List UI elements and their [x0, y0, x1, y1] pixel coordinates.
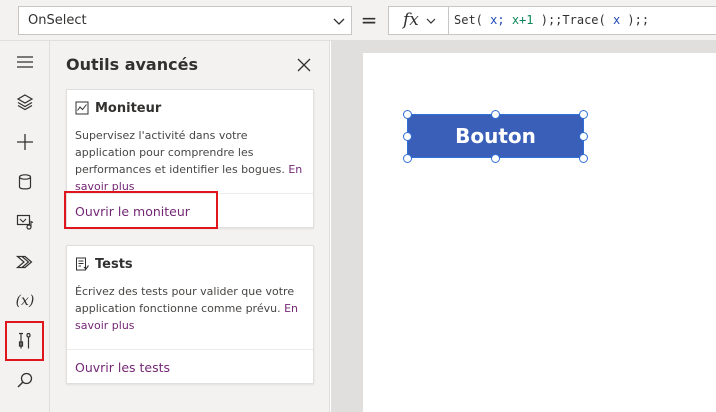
formula-token: x+1: [504, 13, 534, 27]
resize-handle[interactable]: [579, 132, 588, 141]
variables-label: (x): [15, 293, 35, 309]
description-text: Écrivez des tests pour valider que votre…: [75, 285, 295, 315]
description-text: Supervisez l'activité dans votre applica…: [75, 129, 285, 176]
resize-handle[interactable]: [491, 154, 500, 163]
formula-token: x;: [482, 13, 505, 27]
test-clipboard-icon: [76, 257, 89, 271]
formula-bar: OnSelect = fx Set( x; x+1 );;Trace( x );…: [0, 0, 716, 41]
plus-insert-icon[interactable]: [9, 126, 41, 158]
property-dropdown[interactable]: OnSelect: [18, 6, 352, 35]
resize-handle[interactable]: [491, 110, 500, 119]
formula-token: );;Trace(: [533, 13, 606, 27]
equals-sign: =: [360, 8, 378, 32]
divider: [67, 349, 313, 350]
formula-input[interactable]: Set( x; x+1 );;Trace( x );;: [448, 6, 716, 35]
formula-token: Set(: [454, 13, 483, 27]
close-icon[interactable]: [297, 58, 311, 72]
resize-handle[interactable]: [403, 154, 412, 163]
media-icon[interactable]: [9, 206, 41, 238]
icon-rail: (x): [0, 41, 50, 412]
variables-icon[interactable]: (x): [9, 285, 41, 317]
chevron-down-icon: [333, 18, 345, 25]
card-header: Moniteur: [75, 99, 161, 117]
advanced-tools-icon[interactable]: [5, 321, 44, 361]
property-value: OnSelect: [28, 13, 87, 28]
resize-handle[interactable]: [579, 110, 588, 119]
resize-handle[interactable]: [403, 132, 412, 141]
card-description: Supervisez l'activité dans votre applica…: [75, 127, 307, 195]
resize-handle[interactable]: [579, 154, 588, 163]
tests-card: Tests Écrivez des tests pour valider que…: [66, 245, 314, 384]
card-title: Moniteur: [95, 100, 162, 116]
formula-token: );;: [620, 13, 650, 27]
app-screen[interactable]: [363, 53, 716, 412]
highlight-box: [64, 191, 218, 229]
monitor-icon: [75, 101, 89, 115]
layers-icon[interactable]: [9, 86, 41, 118]
fx-button[interactable]: fx: [388, 6, 448, 35]
formula-token: x: [605, 13, 621, 27]
pane-title: Outils avancés: [66, 55, 198, 74]
database-icon[interactable]: [9, 166, 41, 198]
card-title: Tests: [95, 256, 133, 272]
card-header: Tests: [75, 255, 133, 273]
open-tests-link[interactable]: Ouvrir les tests: [75, 360, 170, 375]
card-description: Écrivez des tests pour valider que votre…: [75, 283, 307, 334]
search-icon[interactable]: [9, 364, 41, 396]
chevron-down-icon: [426, 18, 436, 24]
fx-icon: fx: [403, 10, 419, 30]
resize-handle[interactable]: [403, 110, 412, 119]
hamburger-menu-icon[interactable]: [9, 46, 41, 78]
power-automate-icon[interactable]: [9, 246, 41, 278]
app-button[interactable]: Bouton: [407, 114, 584, 158]
